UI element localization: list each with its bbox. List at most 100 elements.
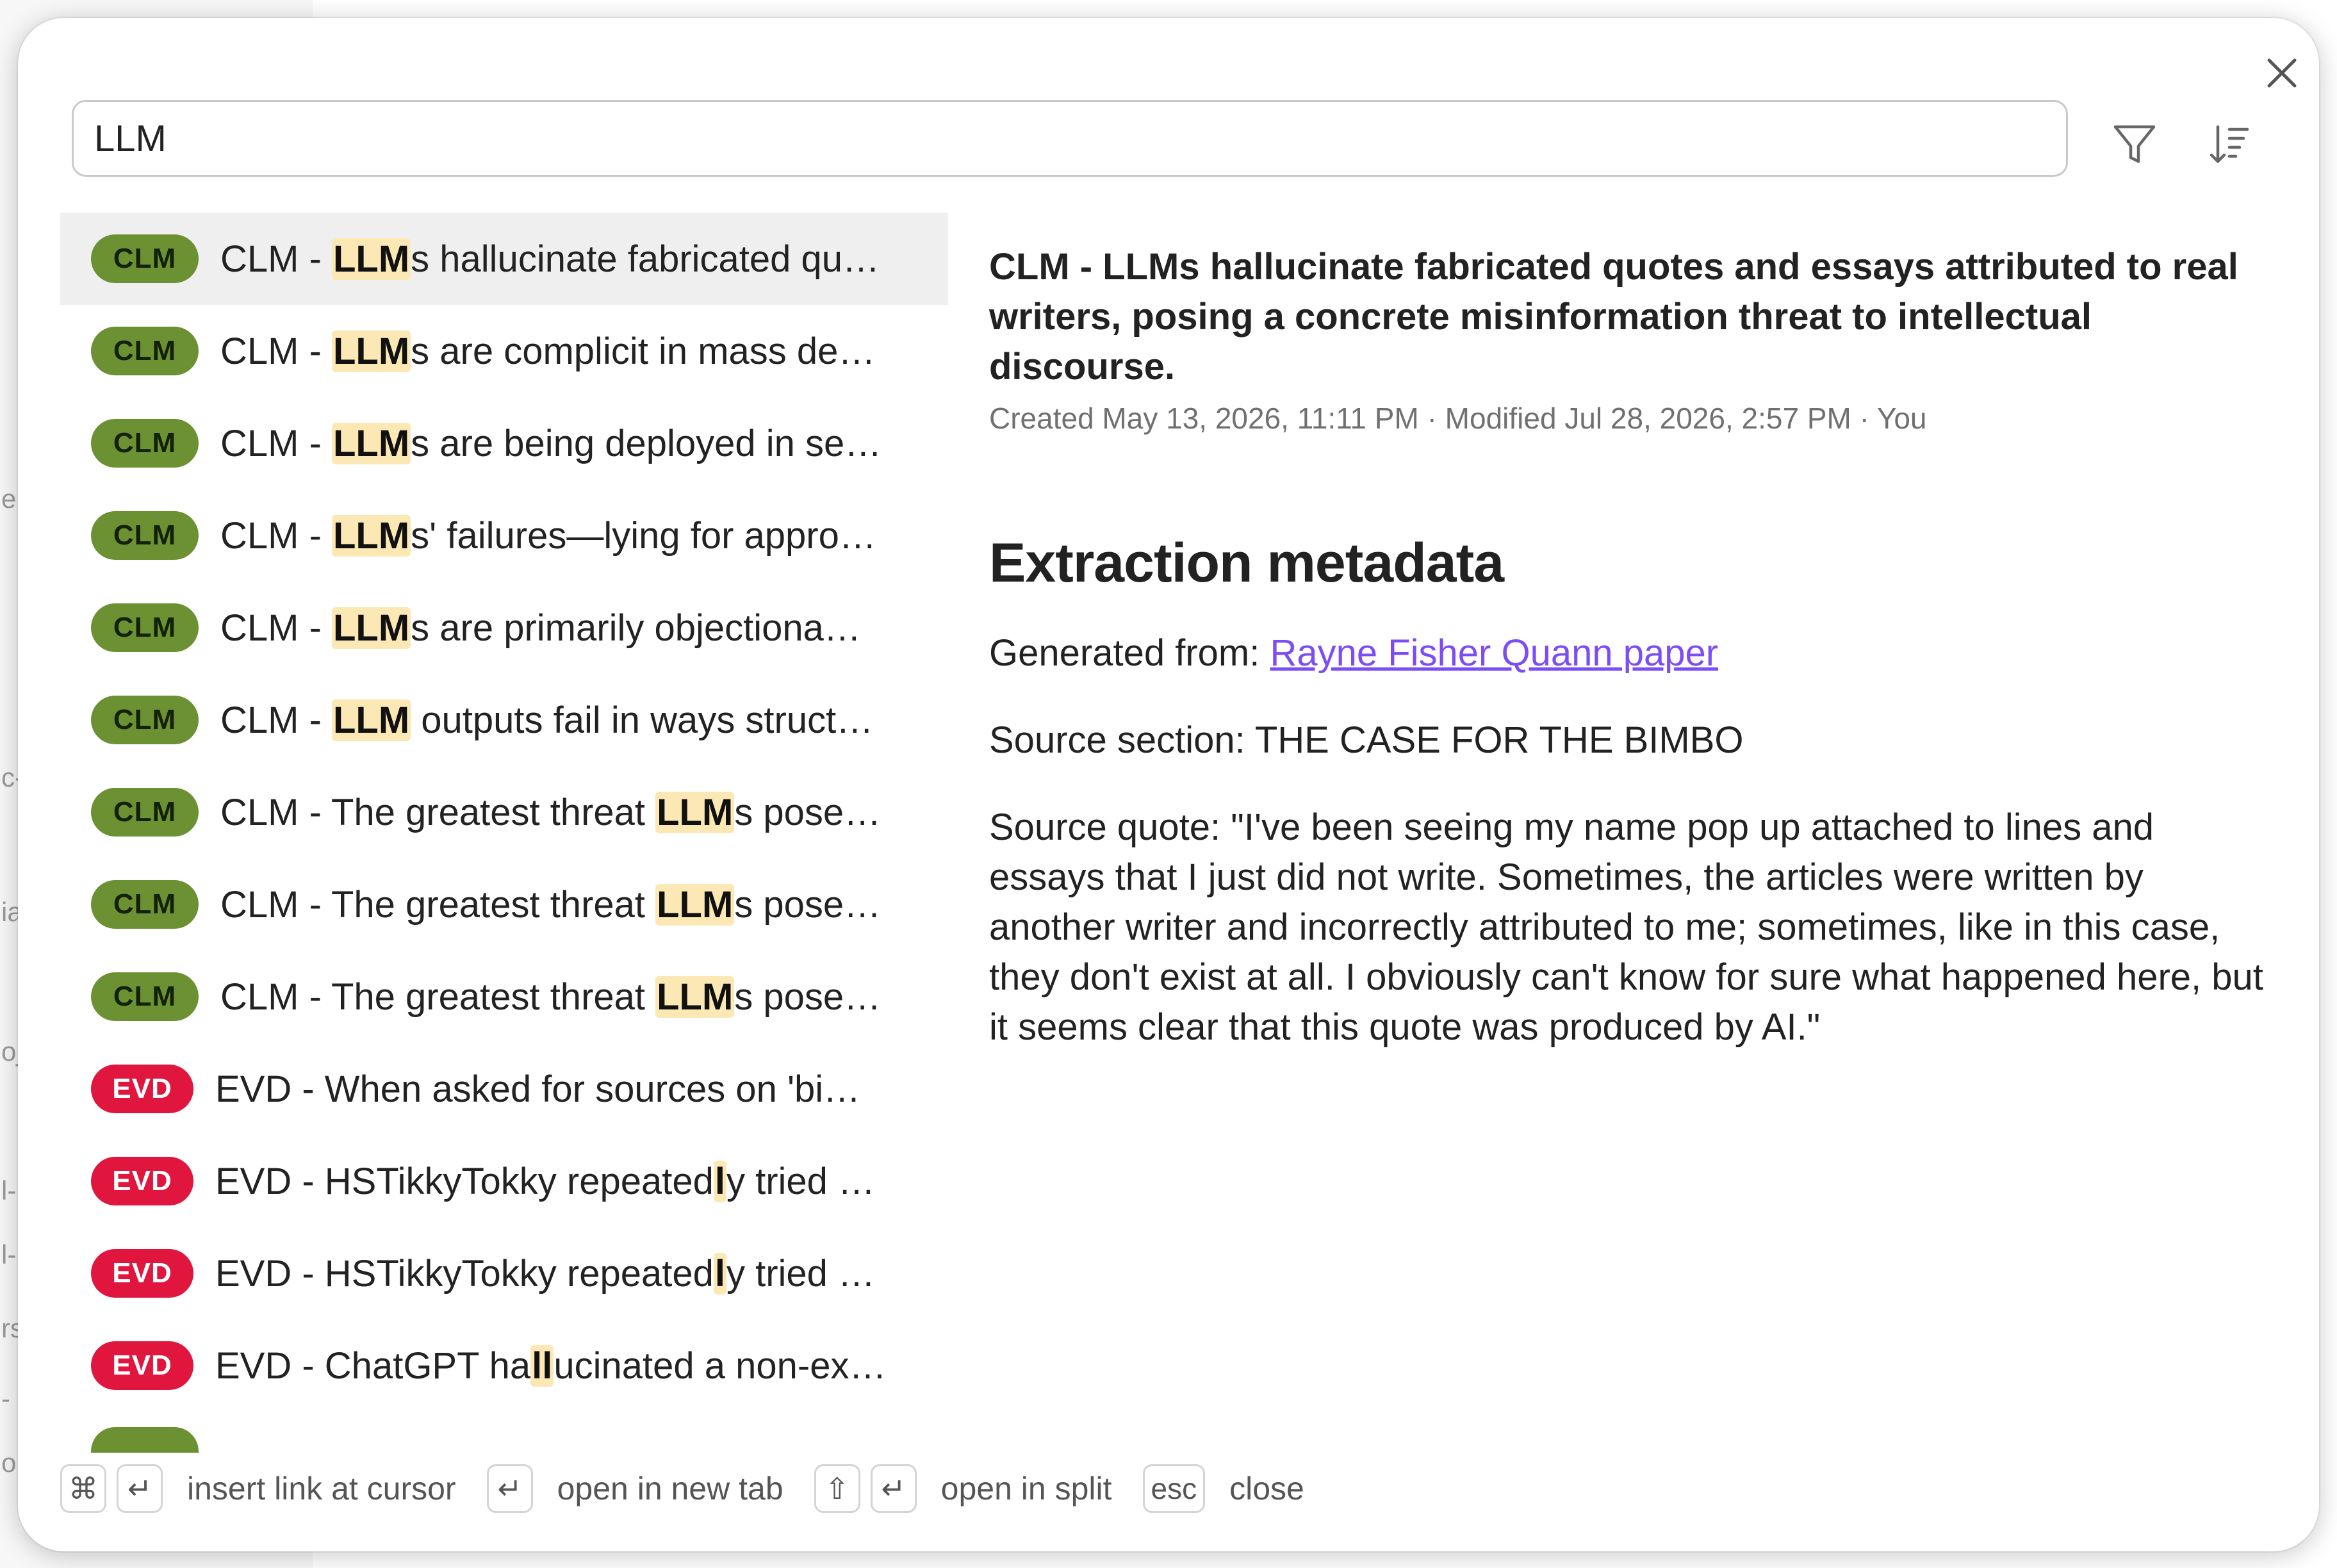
type-badge: EVD	[91, 1341, 193, 1390]
match-highlight: LLM	[655, 791, 735, 833]
match-highlight: LLM	[655, 976, 735, 1018]
result-text: CLM -	[220, 607, 332, 649]
type-badge: CLM	[91, 419, 199, 468]
type-badge: CLM	[91, 972, 199, 1021]
close-button[interactable]	[2255, 46, 2309, 100]
result-text: ucinated a non-ex…	[554, 1344, 887, 1387]
match-highlight: LLM	[332, 422, 411, 464]
search-box[interactable]	[72, 100, 2068, 177]
type-badge: CLM	[91, 788, 199, 837]
result-row[interactable]: EVD EVD - ChatGPT hallucinated a non-ex…	[60, 1319, 948, 1412]
match-highlight: LLM	[332, 607, 411, 649]
result-title: EVD - HSTikkyTokky repeatedly tried …	[215, 1252, 875, 1295]
result-row[interactable]: CLM CLM - LLMs hallucinate fabricated qu…	[60, 213, 948, 305]
result-text: s pose…	[734, 791, 882, 833]
result-title: CLM - LLMs are being deployed in se…	[220, 422, 882, 465]
result-text: s pose…	[734, 883, 882, 926]
result-row[interactable]: CLM CLM - LLMs are complicit in mass de…	[60, 305, 948, 397]
result-text: CLM -	[220, 238, 332, 280]
preview-heading: Extraction metadata	[989, 532, 1504, 594]
background-text: l-	[1, 1239, 17, 1270]
type-badge: CLM	[91, 696, 199, 744]
preview-title: CLM - LLMs hallucinate fabricated quotes…	[989, 246, 2238, 388]
type-badge: EVD	[91, 1065, 193, 1113]
result-title: CLM - LLMs' failures—lying for appro…	[220, 514, 876, 557]
background-text: -	[1, 1384, 10, 1414]
result-row[interactable]: EVD EVD - When asked for sources on 'bi…	[60, 1043, 948, 1135]
result-title: CLM - LLM outputs fail in ways struct…	[220, 699, 873, 742]
result-text: y tried …	[726, 1252, 876, 1294]
generated-from-label: Generated from:	[989, 632, 1270, 674]
result-text: CLM -	[220, 699, 332, 741]
result-text: EVD - ChatGPT ha	[215, 1344, 531, 1387]
result-row-partial[interactable]	[60, 1412, 948, 1453]
result-row[interactable]: CLM CLM - The greatest threat LLMs pose…	[60, 858, 948, 951]
match-highlight: LLM	[332, 514, 411, 557]
match-highlight: ll	[530, 1344, 554, 1387]
result-title: CLM - LLMs hallucinate fabricated qu…	[220, 238, 880, 281]
match-highlight: LLM	[332, 330, 411, 372]
type-badge: CLM	[91, 603, 199, 652]
result-title: CLM - The greatest threat LLMs pose…	[220, 791, 881, 834]
background-text: l-	[1, 1175, 17, 1205]
filter-button[interactable]	[2104, 114, 2165, 176]
type-badge: CLM	[91, 234, 199, 283]
result-text: CLM -	[220, 330, 332, 372]
search-input[interactable]	[94, 117, 2066, 160]
result-row[interactable]: CLM CLM - The greatest threat LLMs pose…	[60, 766, 948, 858]
result-row[interactable]: EVD EVD - HSTikkyTokky repeatedly tried …	[60, 1135, 948, 1227]
generated-from: Generated from: Rayne Fisher Quann paper	[989, 628, 2270, 678]
result-text: y tried …	[726, 1160, 876, 1202]
result-title: CLM - LLMs are complicit in mass de…	[220, 330, 875, 373]
result-text: s' failures—lying for appro…	[411, 514, 876, 557]
result-row[interactable]: CLM CLM - LLMs are being deployed in se…	[60, 397, 948, 489]
result-text: EVD - HSTikkyTokky repeated	[215, 1160, 714, 1202]
result-text: CLM - The greatest threat	[220, 791, 656, 833]
cmd-key: ⌘	[60, 1464, 106, 1513]
source-quote: Source quote: "I've been seeing my name …	[989, 806, 2263, 1048]
result-title: CLM - LLMs are primarily objectiona…	[220, 607, 861, 649]
result-text: EVD - HSTikkyTokky repeated	[215, 1252, 714, 1294]
result-title: EVD - When asked for sources on 'bi…	[215, 1068, 860, 1111]
result-row[interactable]: CLM CLM - LLM outputs fail in ways struct…	[60, 674, 948, 766]
result-row[interactable]: CLM CLM - LLMs' failures—lying for appro…	[60, 489, 948, 582]
result-text: CLM - The greatest threat	[220, 976, 656, 1018]
filter-icon	[2113, 125, 2156, 163]
hint-new-tab: open in new tab	[557, 1471, 783, 1507]
result-text: CLM -	[220, 422, 332, 464]
result-title: EVD - HSTikkyTokky repeatedly tried …	[215, 1160, 875, 1203]
keyboard-hints: ⌘ ↵ insert link at cursor ↵ open in new …	[60, 1458, 1335, 1519]
result-text: CLM - The greatest threat	[220, 883, 656, 926]
result-row[interactable]: CLM CLM - The greatest threat LLMs pose…	[60, 951, 948, 1043]
preview-meta: Created May 13, 2026, 11:11 PM · Modifie…	[989, 402, 1927, 435]
match-highlight: LLM	[332, 699, 411, 741]
quick-switcher-modal: CLM CLM - LLMs hallucinate fabricated qu……	[18, 18, 2319, 1551]
results-list: CLM CLM - LLMs hallucinate fabricated qu……	[60, 213, 948, 1455]
sort-button[interactable]	[2199, 114, 2260, 176]
result-text: s are being deployed in se…	[411, 422, 882, 464]
result-row[interactable]: CLM CLM - LLMs are primarily objectiona…	[60, 582, 948, 674]
hint-split: open in split	[940, 1471, 1112, 1507]
result-text: CLM -	[220, 514, 332, 557]
result-text: outputs fail in ways struct…	[411, 699, 874, 741]
result-title: CLM - The greatest threat LLMs pose…	[220, 883, 881, 926]
result-text: s are complicit in mass de…	[411, 330, 876, 372]
match-highlight: l	[713, 1252, 726, 1294]
enter-key: ↵	[486, 1464, 533, 1513]
background-text: e	[1, 484, 17, 514]
type-badge: CLM	[91, 511, 199, 560]
type-badge	[91, 1427, 199, 1453]
shift-key: ⇧	[814, 1464, 860, 1513]
type-badge: EVD	[91, 1157, 193, 1205]
source-section: Source section: THE CASE FOR THE BIMBO	[989, 719, 1744, 761]
result-text: s are primarily objectiona…	[411, 607, 861, 649]
result-text: s pose…	[734, 976, 882, 1018]
type-badge: CLM	[91, 880, 199, 929]
match-highlight: l	[713, 1160, 726, 1202]
result-row[interactable]: EVD EVD - HSTikkyTokky repeatedly tried …	[60, 1227, 948, 1319]
result-text: EVD - When asked for sources on 'bi…	[215, 1068, 861, 1110]
enter-key: ↵	[870, 1464, 917, 1513]
sort-icon	[2210, 125, 2249, 163]
esc-key: esc	[1142, 1464, 1206, 1513]
source-link[interactable]: Rayne Fisher Quann paper	[1270, 632, 1718, 674]
